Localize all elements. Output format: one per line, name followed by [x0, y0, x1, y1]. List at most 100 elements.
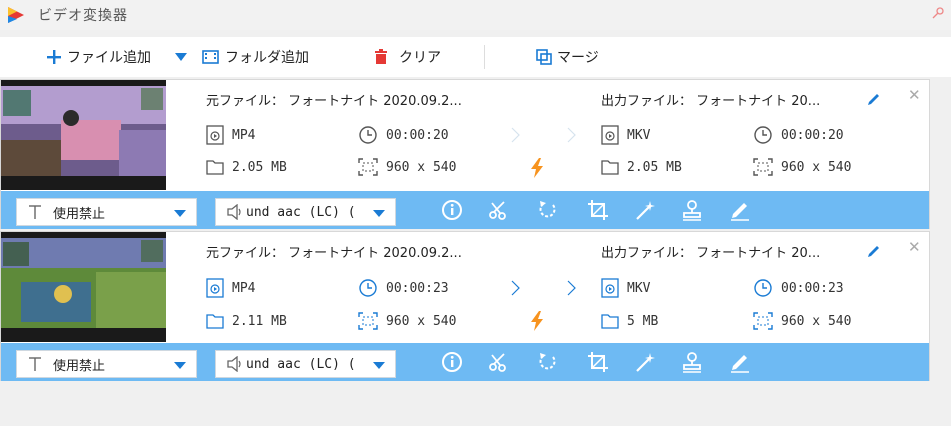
subtitle-select[interactable]: 使用禁止: [16, 198, 197, 226]
output-duration-value: 00:00:23: [781, 280, 844, 296]
source-size: 2.05 MB: [206, 158, 287, 176]
output-size-value: 5 MB: [627, 313, 659, 329]
output-resolution: 960 x 540: [753, 312, 851, 330]
scissors-icon[interactable]: [487, 351, 509, 373]
source-format: MP4: [206, 125, 255, 145]
output-duration: 00:00:20: [753, 125, 844, 145]
close-icon[interactable]: ✕: [908, 88, 921, 103]
info-icon[interactable]: [441, 351, 463, 373]
source-duration: 00:00:23: [358, 278, 449, 298]
source-duration-value: 00:00:23: [386, 280, 449, 296]
folder-icon: [601, 160, 619, 175]
resolution-icon: [753, 312, 773, 330]
folder-icon: [601, 314, 619, 329]
output-size: 5 MB: [601, 312, 658, 330]
plus-icon: [47, 50, 61, 64]
audio-track-value: und aac (LC) (: [246, 204, 356, 220]
video-thumbnail[interactable]: [1, 80, 166, 190]
close-icon[interactable]: ✕: [908, 240, 921, 255]
add-file-dropdown[interactable]: [174, 46, 193, 68]
magic-wand-icon[interactable]: [635, 351, 657, 373]
video-file-icon: [206, 278, 224, 298]
output-resolution: 960 x 540: [753, 158, 851, 176]
action-bar: 使用禁止 und aac (LC) (: [1, 343, 929, 381]
magic-wand-icon[interactable]: [635, 199, 657, 221]
clock-icon: [359, 279, 377, 297]
clock-icon: [754, 279, 772, 297]
merge-button[interactable]: マージ: [536, 46, 599, 68]
output-resolution-value: 960 x 540: [781, 313, 852, 329]
chevron-down-icon: [373, 362, 385, 369]
audio-track-value: und aac (LC) (: [246, 356, 356, 372]
output-duration-value: 00:00:20: [781, 127, 844, 143]
resolution-icon: [358, 312, 378, 330]
source-format-value: MP4: [232, 127, 256, 143]
text-t-icon: [29, 205, 41, 219]
scissors-icon[interactable]: [487, 199, 509, 221]
clear-label: クリア: [399, 50, 441, 66]
add-file-button[interactable]: ファイル追加: [46, 46, 151, 68]
pin-icon[interactable]: [931, 6, 945, 20]
toolbar: ファイル追加 フォルダ追加 クリア マージ: [0, 37, 951, 77]
chevron-down-icon: [175, 53, 187, 61]
merge-icon: [536, 49, 552, 65]
clock-icon: [359, 126, 377, 144]
chevron-down-icon: [373, 210, 385, 217]
app-logo-icon: [8, 7, 24, 23]
folder-icon: [206, 160, 224, 175]
chevron-down-icon: [174, 362, 186, 369]
stamp-watermark-icon[interactable]: [681, 351, 703, 373]
edit-subtitle-icon[interactable]: [729, 199, 751, 221]
lightning-icon: [531, 158, 543, 178]
file-row: 元ファイル： フォートナイト 2020.09.2... MP4 00:00:20…: [0, 79, 930, 229]
output-size: 2.05 MB: [601, 158, 682, 176]
source-resolution: 960 x 540: [358, 312, 456, 330]
crop-icon[interactable]: [587, 199, 609, 221]
source-format: MP4: [206, 278, 255, 298]
source-size-value: 2.05 MB: [232, 159, 287, 175]
source-file-title: 元ファイル： フォートナイト 2020.09.2...: [206, 246, 462, 261]
output-format-value: MKV: [627, 280, 651, 296]
clock-icon: [754, 126, 772, 144]
video-file-icon: [601, 125, 619, 145]
title-bar: ビデオ変換器: [0, 0, 951, 30]
output-resolution-value: 960 x 540: [781, 159, 852, 175]
source-size: 2.11 MB: [206, 312, 287, 330]
edit-pencil-icon[interactable]: [867, 244, 881, 258]
audio-track-select[interactable]: und aac (LC) (: [215, 350, 396, 378]
output-format[interactable]: MKV: [601, 125, 650, 145]
edit-pencil-icon[interactable]: [867, 92, 881, 106]
edit-subtitle-icon[interactable]: [729, 351, 751, 373]
rotate-icon[interactable]: [537, 199, 559, 221]
chevron-right-icon: [511, 280, 520, 296]
output-file-title: 出力ファイル： フォートナイト 20...: [601, 94, 821, 109]
folder-film-icon: [202, 50, 219, 64]
crop-icon[interactable]: [587, 351, 609, 373]
info-icon[interactable]: [441, 199, 463, 221]
output-file-title: 出力ファイル： フォートナイト 20...: [601, 246, 821, 261]
rotate-icon[interactable]: [537, 351, 559, 373]
chevron-right-icon: [567, 127, 576, 143]
video-file-icon: [601, 278, 619, 298]
output-format[interactable]: MKV: [601, 278, 650, 298]
text-t-icon: [29, 357, 41, 371]
trash-icon: [375, 49, 387, 64]
audio-track-select[interactable]: und aac (LC) (: [215, 198, 396, 226]
subtitle-select[interactable]: 使用禁止: [16, 350, 197, 378]
source-resolution-value: 960 x 540: [386, 313, 457, 329]
subtitle-value: 使用禁止: [53, 206, 106, 222]
chevron-right-icon: [511, 127, 520, 143]
source-duration-value: 00:00:20: [386, 127, 449, 143]
stamp-watermark-icon[interactable]: [681, 199, 703, 221]
add-file-label: ファイル追加: [67, 50, 151, 66]
speaker-icon: [227, 204, 241, 220]
video-thumbnail[interactable]: [1, 232, 166, 342]
action-bar: 使用禁止 und aac (LC) (: [1, 191, 929, 229]
folder-icon: [206, 314, 224, 329]
source-resolution-value: 960 x 540: [386, 159, 457, 175]
add-folder-button[interactable]: フォルダ追加: [202, 46, 309, 68]
source-file-title: 元ファイル： フォートナイト 2020.09.2...: [206, 94, 462, 109]
resolution-icon: [358, 158, 378, 176]
source-duration: 00:00:20: [358, 125, 449, 145]
clear-button[interactable]: クリア: [374, 46, 441, 68]
